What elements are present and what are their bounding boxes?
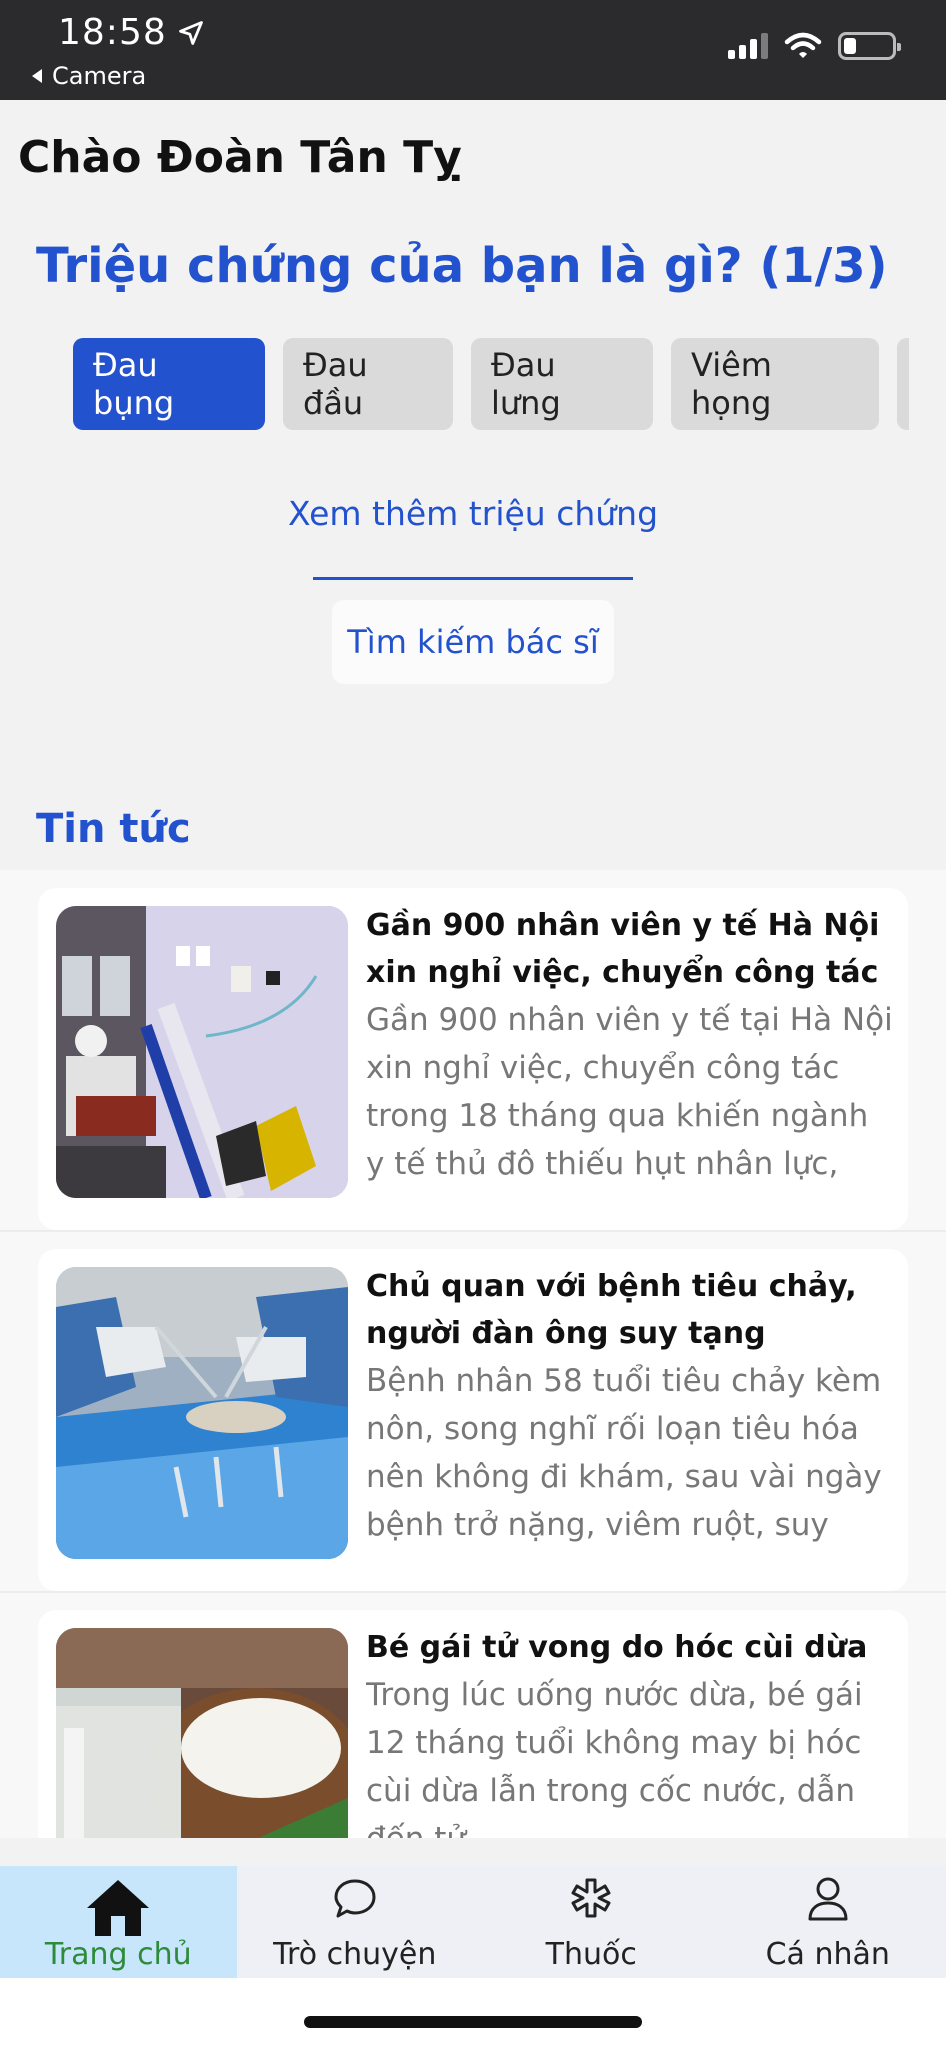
news-title: Bé gái tử vong do hóc cùi dừa bbox=[366, 1630, 868, 1665]
news-title: Gần 900 nhân viên y tế Hà Nội xin nghỉ v… bbox=[366, 908, 880, 990]
tab-chat[interactable]: Trò chuyện bbox=[237, 1866, 474, 1978]
tab-chat-label: Trò chuyện bbox=[273, 1937, 437, 1972]
battery-icon bbox=[838, 32, 901, 60]
status-time: 18:58 bbox=[58, 12, 205, 53]
greeting-title: Chào Đoàn Tân Tỵ bbox=[18, 132, 462, 183]
wifi-icon bbox=[784, 32, 822, 58]
symptom-chip-dau-dau[interactable]: Đau đầu bbox=[283, 338, 453, 430]
tab-home-label: Trang chủ bbox=[44, 1937, 192, 1972]
medicine-icon bbox=[571, 1878, 611, 1918]
back-triangle-icon bbox=[32, 69, 42, 83]
news-description: Gần 900 nhân viên y tế tại Hà Nội xin ng… bbox=[366, 1002, 893, 1182]
status-time-text: 18:58 bbox=[58, 12, 167, 53]
tab-profile[interactable]: Cá nhân bbox=[710, 1866, 946, 1978]
symptom-chip-next[interactable] bbox=[897, 338, 909, 430]
symptom-question: Triệu chứng của bạn là gì? (1/3) bbox=[36, 238, 888, 294]
news-card[interactable]: Bé gái tử vong do hóc cùi dừa Trong lúc … bbox=[38, 1610, 908, 1838]
home-indicator[interactable] bbox=[304, 2016, 642, 2028]
news-card-text: Chủ quan với bệnh tiêu chảy, người đàn ô… bbox=[366, 1263, 896, 1549]
news-description: Trong lúc uống nước dừa, bé gái 12 tháng… bbox=[366, 1677, 863, 1838]
signal-icon bbox=[728, 33, 768, 59]
news-card[interactable]: Chủ quan với bệnh tiêu chảy, người đàn ô… bbox=[38, 1249, 908, 1591]
news-separator bbox=[0, 1230, 946, 1232]
back-to-camera[interactable]: Camera bbox=[30, 62, 146, 90]
symptom-chip-dau-bung[interactable]: Đau bụng bbox=[73, 338, 265, 430]
tab-profile-label: Cá nhân bbox=[765, 1937, 890, 1972]
news-thumbnail-surgery bbox=[56, 1267, 348, 1559]
back-app-label: Camera bbox=[52, 62, 147, 90]
chat-icon bbox=[334, 1879, 376, 1918]
news-card-text: Bé gái tử vong do hóc cùi dừa Trong lúc … bbox=[366, 1624, 896, 1838]
symptom-chips: Đau bụng Đau đầu Đau lưng Viêm họng bbox=[73, 338, 909, 430]
find-doctor-button[interactable]: Tìm kiếm bác sĩ bbox=[332, 600, 614, 684]
section-divider bbox=[313, 577, 633, 580]
home-icon bbox=[87, 1880, 150, 1936]
news-section-title: Tin tức bbox=[36, 806, 191, 852]
news-card[interactable]: Gần 900 nhân viên y tế Hà Nội xin nghỉ v… bbox=[38, 888, 908, 1230]
news-title: Chủ quan với bệnh tiêu chảy, người đàn ô… bbox=[366, 1269, 857, 1351]
news-thumbnail-coconut bbox=[56, 1628, 348, 1838]
news-thumbnail-ambulance bbox=[56, 906, 348, 1198]
see-more-symptoms-link[interactable]: Xem thêm triệu chứng bbox=[0, 494, 946, 533]
bottom-tab-bar: Trang chủ Trò chuyện Thuốc Cá nhân bbox=[0, 1866, 946, 1978]
tab-home[interactable]: Trang chủ bbox=[0, 1866, 237, 1978]
news-separator bbox=[0, 1591, 946, 1593]
news-description: Bệnh nhân 58 tuổi tiêu chảy kèm nôn, son… bbox=[366, 1363, 882, 1543]
person-icon bbox=[808, 1877, 848, 1921]
status-bar: 18:58 Camera bbox=[0, 0, 946, 100]
news-card-text: Gần 900 nhân viên y tế Hà Nội xin nghỉ v… bbox=[366, 902, 896, 1188]
symptom-chip-dau-lung[interactable]: Đau lưng bbox=[471, 338, 653, 430]
status-indicators bbox=[728, 32, 901, 60]
tab-medicine-label: Thuốc bbox=[545, 1937, 637, 1972]
home-indicator-area bbox=[0, 1978, 946, 2048]
tab-medicine[interactable]: Thuốc bbox=[473, 1866, 710, 1978]
location-arrow-icon bbox=[178, 20, 203, 45]
news-list[interactable]: Gần 900 nhân viên y tế Hà Nội xin nghỉ v… bbox=[0, 870, 946, 1838]
symptom-chip-viem-hong[interactable]: Viêm họng bbox=[671, 338, 879, 430]
